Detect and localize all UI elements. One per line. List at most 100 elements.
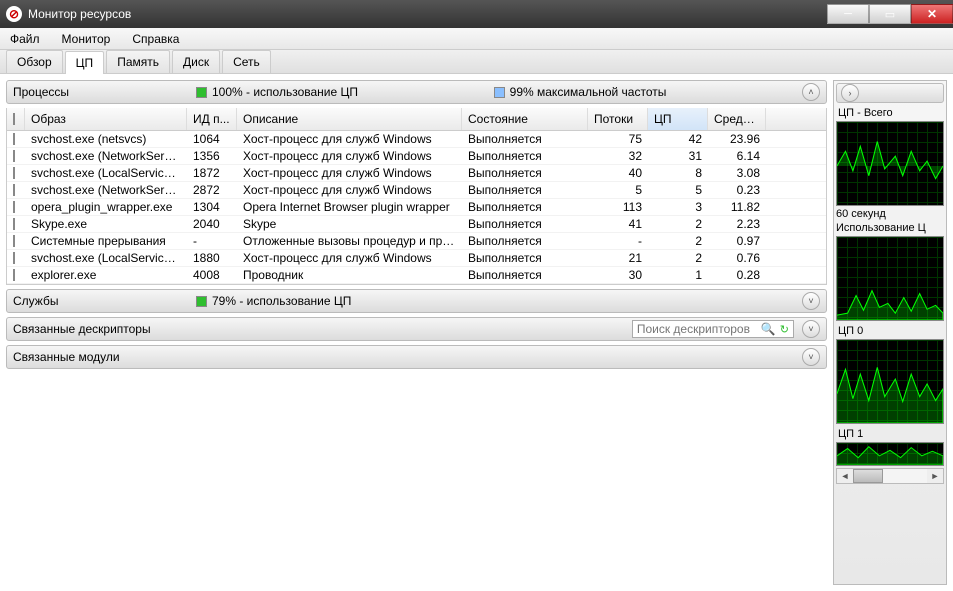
- table-row[interactable]: explorer.exe4008ПроводникВыполняется3010…: [7, 267, 826, 284]
- table-row[interactable]: opera_plugin_wrapper.exe1304Opera Intern…: [7, 199, 826, 216]
- row-checkbox[interactable]: [13, 201, 15, 213]
- cell-threads: 40: [588, 165, 648, 181]
- cell-pid: 2040: [187, 216, 237, 232]
- table-row[interactable]: svchost.exe (netsvcs)1064Хост-процесс дл…: [7, 131, 826, 148]
- window-title: Монитор ресурсов: [28, 7, 131, 21]
- cell-state: Выполняется: [462, 233, 588, 249]
- column-state[interactable]: Состояние: [462, 108, 588, 130]
- cell-pid: 1064: [187, 131, 237, 147]
- cell-image: svchost.exe (LocalServiceNo...: [25, 250, 187, 266]
- cell-image: opera_plugin_wrapper.exe: [25, 199, 187, 215]
- table-row[interactable]: Системные прерывания - Отложенные вызовы п…: [7, 233, 826, 250]
- cell-image: Skype.exe: [25, 216, 187, 232]
- cell-threads: -: [588, 233, 648, 249]
- collapse-charts-icon[interactable]: ›: [841, 84, 859, 102]
- cell-state: Выполняется: [462, 165, 588, 181]
- scroll-left-icon[interactable]: ◄: [837, 471, 853, 481]
- expand-modules-icon[interactable]: ˅: [802, 348, 820, 366]
- cell-image: svchost.exe (netsvcs): [25, 131, 187, 147]
- column-avg[interactable]: Средн...: [708, 108, 766, 130]
- handles-search-input[interactable]: [637, 322, 757, 336]
- modules-title: Связанные модули: [13, 350, 794, 364]
- handles-search: 🔍 ↻: [632, 320, 794, 338]
- chart-cpu-usage: [836, 236, 944, 321]
- menubar: Файл Монитор Справка: [0, 28, 953, 50]
- cell-desc: Хост-процесс для служб Windows: [237, 182, 462, 198]
- scroll-right-icon[interactable]: ►: [927, 471, 943, 481]
- handles-header[interactable]: Связанные дескрипторы 🔍 ↻ ˅: [6, 317, 827, 341]
- cell-cpu: 1: [648, 267, 708, 283]
- minimize-button[interactable]: ─: [827, 4, 869, 24]
- column-image[interactable]: Образ: [25, 108, 187, 130]
- cell-pid: 1356: [187, 148, 237, 164]
- cell-avg: 0.23: [708, 182, 766, 198]
- cell-cpu: 31: [648, 148, 708, 164]
- cell-cpu: 5: [648, 182, 708, 198]
- row-checkbox[interactable]: [13, 167, 15, 179]
- cell-image: Системные прерывания: [25, 233, 187, 249]
- cell-desc: Хост-процесс для служб Windows: [237, 165, 462, 181]
- services-cpu-indicator: 79% - использование ЦП: [196, 294, 351, 308]
- modules-header[interactable]: Связанные модули ˅: [6, 345, 827, 369]
- cell-desc: Skype: [237, 216, 462, 232]
- row-checkbox[interactable]: [13, 235, 15, 247]
- cell-threads: 41: [588, 216, 648, 232]
- cell-desc: Проводник: [237, 267, 462, 283]
- cell-state: Выполняется: [462, 148, 588, 164]
- cell-desc: Хост-процесс для служб Windows: [237, 131, 462, 147]
- table-row[interactable]: Skype.exe2040SkypeВыполняется4122.23: [7, 216, 826, 233]
- cell-cpu: 42: [648, 131, 708, 147]
- tab-disk[interactable]: Диск: [172, 50, 220, 73]
- cell-avg: 2.23: [708, 216, 766, 232]
- row-checkbox[interactable]: [13, 252, 15, 264]
- row-checkbox[interactable]: [13, 184, 15, 196]
- cell-threads: 75: [588, 131, 648, 147]
- row-checkbox[interactable]: [13, 218, 15, 230]
- table-row[interactable]: svchost.exe (NetworkService...2872Хост-п…: [7, 182, 826, 199]
- cell-pid: 1880: [187, 250, 237, 266]
- processes-header[interactable]: Процессы 100% - использование ЦП 99% мак…: [6, 80, 827, 104]
- cell-threads: 113: [588, 199, 648, 215]
- tab-memory[interactable]: Память: [106, 50, 170, 73]
- column-threads[interactable]: Потоки: [588, 108, 648, 130]
- cell-pid: 1304: [187, 199, 237, 215]
- cell-avg: 3.08: [708, 165, 766, 181]
- cell-desc: Opera Internet Browser plugin wrapper: [237, 199, 462, 215]
- cell-avg: 11.82: [708, 199, 766, 215]
- column-cpu[interactable]: ЦП: [648, 108, 708, 130]
- table-row[interactable]: svchost.exe (LocalServiceNo...1880Хост-п…: [7, 250, 826, 267]
- maximize-button[interactable]: ▭: [869, 4, 911, 24]
- search-icon[interactable]: 🔍: [761, 322, 776, 336]
- menu-help[interactable]: Справка: [128, 30, 183, 48]
- cell-threads: 32: [588, 148, 648, 164]
- cell-cpu: 2: [648, 250, 708, 266]
- services-header[interactable]: Службы 79% - использование ЦП ˅: [6, 289, 827, 313]
- table-row[interactable]: svchost.exe (NetworkService)1356Хост-про…: [7, 148, 826, 165]
- cell-pid: 4008: [187, 267, 237, 283]
- row-checkbox[interactable]: [13, 133, 15, 145]
- column-checkbox[interactable]: [7, 108, 25, 130]
- services-title: Службы: [13, 294, 188, 308]
- cell-state: Выполняется: [462, 131, 588, 147]
- table-row[interactable]: svchost.exe (LocalServiceAn...1872Хост-п…: [7, 165, 826, 182]
- collapse-processes-icon[interactable]: ˄: [802, 83, 820, 101]
- processes-grid: Образ ИД п... Описание Состояние Потоки …: [6, 108, 827, 285]
- column-desc[interactable]: Описание: [237, 108, 462, 130]
- tab-overview[interactable]: Обзор: [6, 50, 63, 73]
- tab-cpu[interactable]: ЦП: [65, 51, 105, 74]
- row-checkbox[interactable]: [13, 269, 15, 281]
- refresh-icon[interactable]: ↻: [780, 323, 789, 336]
- row-checkbox[interactable]: [13, 150, 15, 162]
- cell-desc: Отложенные вызовы процедур и про...: [237, 233, 462, 249]
- handles-title: Связанные дескрипторы: [13, 322, 624, 336]
- close-button[interactable]: ✕: [911, 4, 953, 24]
- titlebar: ⊘ Монитор ресурсов ─ ▭ ✕: [0, 0, 953, 28]
- menu-file[interactable]: Файл: [6, 30, 44, 48]
- charts-hscrollbar[interactable]: ◄ ►: [836, 468, 944, 484]
- menu-monitor[interactable]: Монитор: [58, 30, 115, 48]
- expand-handles-icon[interactable]: ˅: [802, 320, 820, 338]
- expand-services-icon[interactable]: ˅: [802, 292, 820, 310]
- tab-network[interactable]: Сеть: [222, 50, 271, 73]
- column-pid[interactable]: ИД п...: [187, 108, 237, 130]
- app-icon: ⊘: [6, 6, 22, 22]
